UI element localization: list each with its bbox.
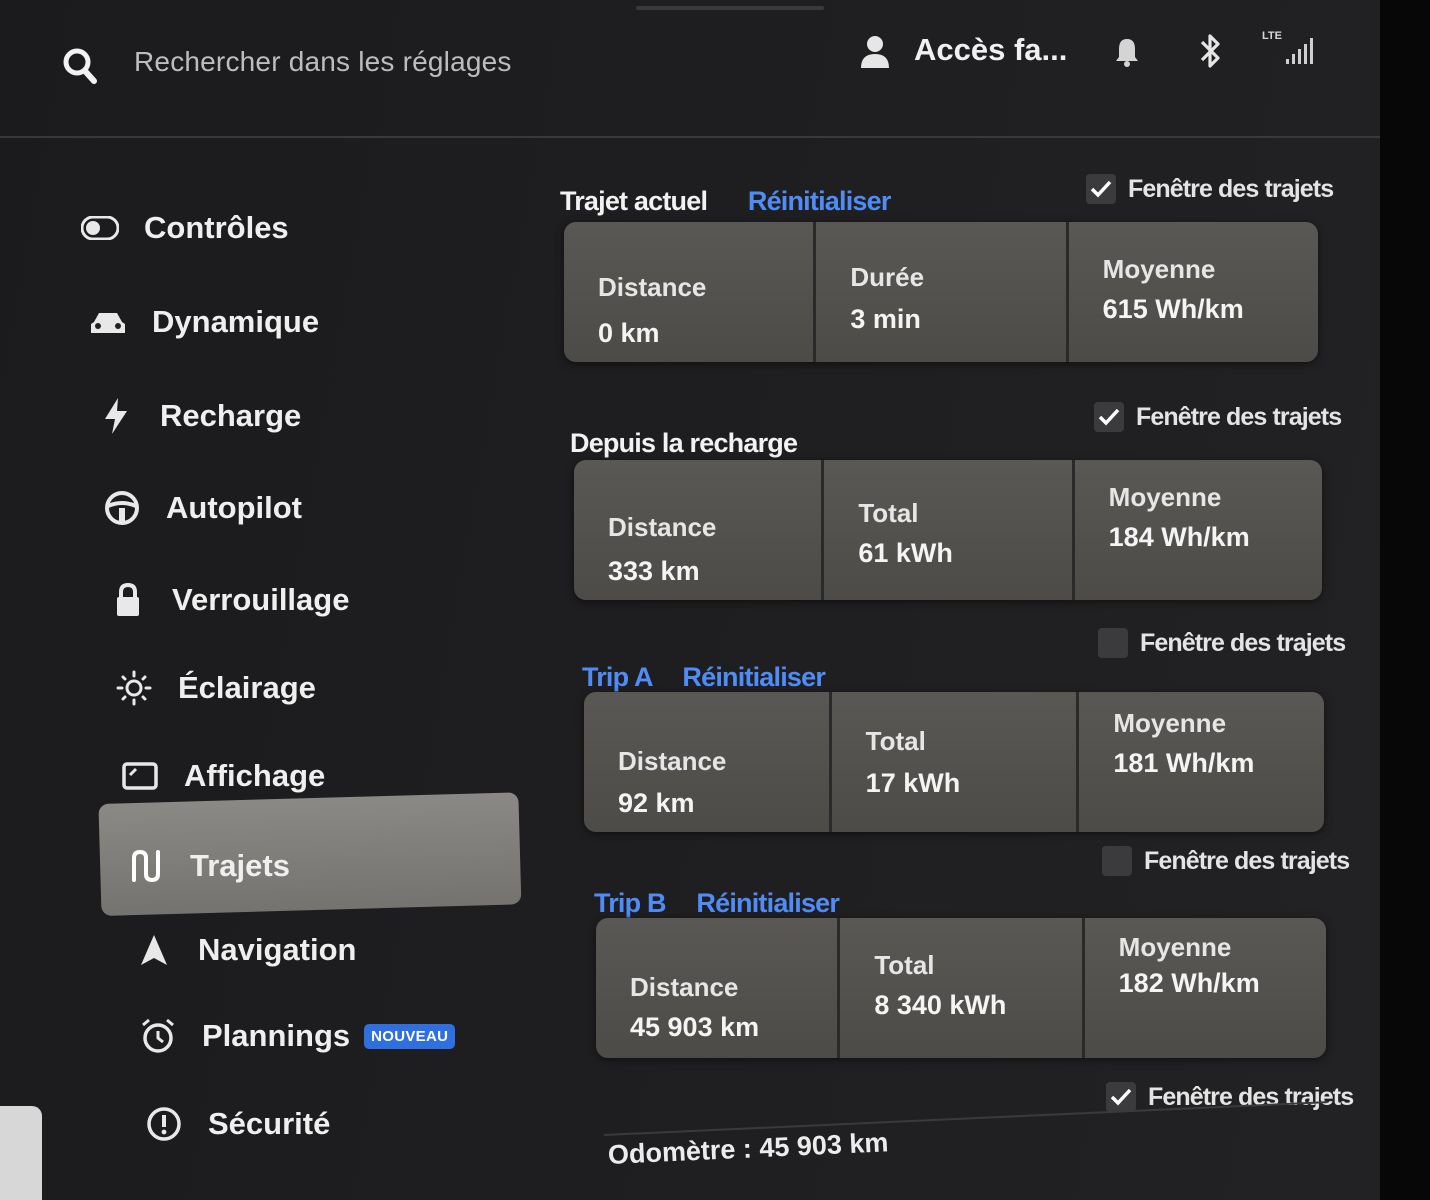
- network-label: LTE: [1262, 30, 1282, 42]
- sidebar-item-label: Autopilot: [166, 490, 303, 525]
- reset-button[interactable]: Réinitialiser: [682, 662, 825, 692]
- sidebar-item-label: Trajets: [190, 848, 290, 883]
- bell-icon[interactable]: [1114, 36, 1140, 68]
- reset-button[interactable]: Réinitialiser: [748, 186, 891, 216]
- stat-cell: Moyenne 184 Wh/km: [1108, 482, 1250, 552]
- profile-name[interactable]: Accès fa...: [914, 32, 1067, 68]
- section-title-current-trip: Trajet actuel Réinitialiser: [560, 186, 891, 216]
- section-title-trip-a: Trip A Réinitialiser: [582, 662, 826, 692]
- sidebar-item-label: Navigation: [198, 932, 357, 967]
- new-badge: NOUVEAU: [364, 1023, 456, 1049]
- stat-cell: Total 61 kWh: [824, 460, 1075, 600]
- reset-button[interactable]: Réinitialiser: [696, 888, 839, 918]
- sidebar-item-label: Recharge: [160, 398, 302, 433]
- search-icon[interactable]: [62, 46, 98, 86]
- stat-cell: Total 8 340 kWh: [840, 918, 1085, 1058]
- trip-a-card: Distance 92 km Total 17 kWh Moyenne 181 …: [584, 692, 1324, 832]
- alarm-clock-icon: [138, 1016, 178, 1056]
- profile-icon[interactable]: [860, 34, 890, 70]
- checkbox[interactable]: [1086, 174, 1116, 204]
- checkbox[interactable]: [1098, 628, 1128, 658]
- trips-icon: [126, 846, 166, 886]
- section-title-trip-b: Trip B Réinitialiser: [594, 888, 840, 918]
- sidebar-item-dynamique[interactable]: Dynamique: [88, 302, 319, 342]
- stat-cell: Moyenne 182 Wh/km: [1118, 932, 1260, 998]
- bolt-icon: [96, 396, 136, 436]
- sidebar-item-plannings[interactable]: Plannings NOUVEAU: [138, 1016, 456, 1056]
- sidebar-item-label: Affichage: [184, 758, 326, 793]
- settings-screen: Rechercher dans les réglages Accès fa...…: [0, 0, 1380, 1200]
- search-input[interactable]: Rechercher dans les réglages: [134, 46, 512, 78]
- sidebar-item-label: Plannings: [202, 1018, 351, 1053]
- trip-window-toggle[interactable]: Fenêtre des trajets: [1086, 174, 1334, 204]
- steering-wheel-icon: [102, 488, 142, 528]
- stat-cell: Total 17 kWh: [832, 692, 1080, 832]
- navigation-icon: [134, 930, 174, 970]
- bezel: [1380, 0, 1430, 1200]
- stat-cell: Moyenne 181 Wh/km: [1113, 708, 1255, 778]
- trip-window-toggle[interactable]: Fenêtre des trajets: [1094, 402, 1342, 432]
- section-title-since-charge: Depuis la recharge: [570, 428, 798, 458]
- sidebar-item-label: Contrôles: [144, 210, 289, 245]
- sidebar-item-label: Sécurité: [208, 1106, 331, 1141]
- current-trip-card: Distance 0 km Durée 3 min Moyenne 615 Wh…: [564, 222, 1318, 362]
- stat-cell: Distance 45 903 km: [596, 918, 841, 1058]
- trip-b-card: Distance 45 903 km Total 8 340 kWh Moyen…: [596, 918, 1326, 1058]
- sidebar-item-securite[interactable]: Sécurité: [144, 1104, 330, 1144]
- sidebar-item-label: Dynamique: [152, 304, 320, 339]
- display-icon: [120, 756, 160, 796]
- stat-cell: Distance 92 km: [584, 692, 832, 832]
- light-icon: [114, 668, 154, 708]
- toggle-icon: [80, 208, 120, 248]
- trip-window-toggle[interactable]: Fenêtre des trajets: [1098, 628, 1346, 658]
- car-icon: [88, 302, 128, 342]
- sidebar-item-navigation[interactable]: Navigation: [134, 930, 356, 970]
- stat-cell: Distance 333 km: [574, 460, 825, 600]
- checkbox[interactable]: [1094, 402, 1124, 432]
- signal-icon: LTE: [1262, 30, 1313, 66]
- sidebar-item-recharge[interactable]: Recharge: [96, 396, 301, 436]
- stat-cell: Durée 3 min: [816, 222, 1069, 362]
- warning-circle-icon: [144, 1104, 184, 1144]
- sidebar-item-verrouillage[interactable]: Verrouillage: [108, 580, 349, 620]
- trip-window-toggle[interactable]: Fenêtre des trajets: [1102, 846, 1350, 876]
- side-panel-edge: [0, 1106, 42, 1200]
- divider: [603, 1101, 1328, 1136]
- checkbox[interactable]: [1102, 846, 1132, 876]
- top-bar: Rechercher dans les réglages Accès fa...…: [0, 0, 1380, 138]
- since-charge-card: Distance 333 km Total 61 kWh Moyenne 184…: [574, 460, 1322, 600]
- stat-cell: Moyenne 615 Wh/km: [1102, 254, 1244, 324]
- checkbox[interactable]: [1106, 1082, 1136, 1112]
- sidebar-item-eclairage[interactable]: Éclairage: [114, 668, 316, 708]
- lock-icon: [108, 580, 148, 620]
- sidebar-item-label: Verrouillage: [172, 582, 350, 617]
- stat-cell: Distance 0 km: [564, 222, 817, 362]
- sidebar-item-autopilot[interactable]: Autopilot: [102, 488, 302, 528]
- sidebar-item-controles[interactable]: Contrôles: [80, 208, 289, 248]
- sidebar-item-trajets[interactable]: Trajets: [126, 846, 290, 886]
- sidebar-item-label: Éclairage: [178, 670, 316, 705]
- bluetooth-icon[interactable]: [1198, 32, 1224, 70]
- sidebar-item-affichage[interactable]: Affichage: [120, 756, 325, 796]
